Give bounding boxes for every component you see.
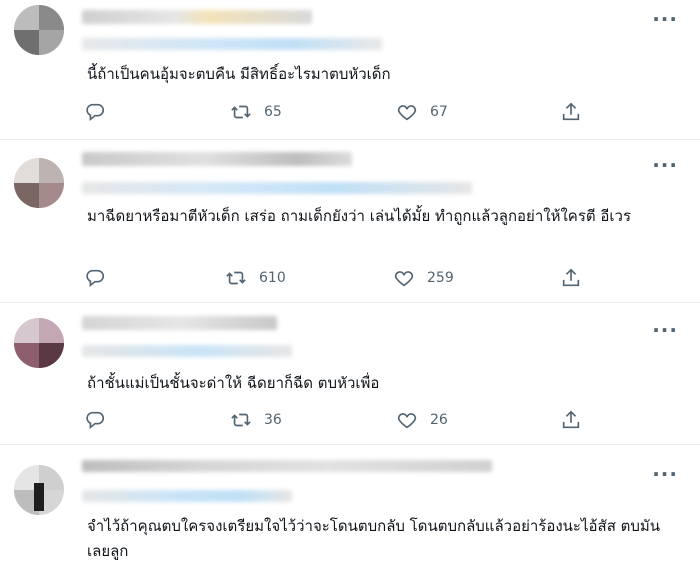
retweet-icon	[231, 105, 251, 119]
share-icon	[562, 268, 580, 287]
like-count: 67	[430, 104, 448, 120]
avatar[interactable]	[14, 318, 64, 368]
share-button[interactable]	[560, 263, 582, 293]
blurred-handle	[82, 490, 292, 502]
reply-icon	[86, 103, 104, 122]
reply-button[interactable]	[84, 263, 106, 293]
avatar[interactable]	[14, 465, 64, 515]
retweet-count: 65	[264, 104, 282, 120]
share-icon	[562, 102, 580, 121]
like-button[interactable]: 26	[396, 405, 448, 435]
like-button[interactable]: 259	[393, 263, 454, 293]
reply-button[interactable]	[84, 97, 106, 127]
tweet-actions: 65 67	[80, 97, 600, 127]
like-button[interactable]: 67	[396, 97, 448, 127]
retweet-button[interactable]: 610	[225, 263, 286, 293]
heart-icon	[394, 271, 414, 287]
share-button[interactable]	[560, 405, 582, 435]
tweet-text: มาฉีดยาหรือมาตีหัวเด็ก เสร่อ ถามเด็กยังว…	[87, 207, 632, 225]
tweet-text: นี้ถ้าเป็นคนอุ้มจะตบคืน มีสิทธิ์อะไรมาตบ…	[87, 65, 391, 83]
blurred-display-name	[82, 152, 352, 166]
tweet-actions: 610 259	[80, 263, 600, 293]
heart-icon	[397, 413, 417, 429]
tweet-text: จำไว้ถ้าคุณตบใครจงเตรียมใจไว้ว่าจะโดนตบก…	[87, 517, 661, 560]
blurred-display-name	[82, 10, 312, 24]
share-icon	[562, 410, 580, 429]
reply-button[interactable]	[84, 405, 106, 435]
retweet-count: 36	[264, 412, 282, 428]
retweet-icon	[231, 413, 251, 427]
tweet-card[interactable]: ··· นี้ถ้าเป็นคนอุ้มจะตบคืน มีสิทธิ์อะไร…	[0, 0, 700, 140]
tweet-card[interactable]: ··· ถ้าชั้นแม่เป็นชั้นจะด่าให้ ฉีดยาก็ฉี…	[0, 303, 700, 445]
retweet-icon	[226, 271, 246, 285]
retweet-count: 610	[259, 270, 286, 286]
heart-icon	[397, 105, 417, 121]
retweet-button[interactable]: 36	[230, 405, 282, 435]
more-icon[interactable]: ···	[652, 320, 678, 340]
tweet-card[interactable]: ··· มาฉีดยาหรือมาตีหัวเด็ก เสร่อ ถามเด็ก…	[0, 140, 700, 303]
more-icon[interactable]: ···	[652, 155, 678, 175]
blurred-handle	[82, 182, 472, 194]
retweet-button[interactable]: 65	[230, 97, 282, 127]
avatar[interactable]	[14, 158, 64, 208]
reply-icon	[86, 411, 104, 430]
blurred-handle	[82, 38, 382, 50]
tweet-card[interactable]: ··· จำไว้ถ้าคุณตบใครจงเตรียมใจไว้ว่าจะโด…	[0, 445, 700, 569]
avatar[interactable]	[14, 5, 64, 55]
blurred-handle	[82, 345, 292, 357]
like-count: 259	[427, 270, 454, 286]
more-icon[interactable]: ···	[652, 9, 678, 29]
blurred-display-name	[82, 316, 277, 330]
reply-icon	[86, 269, 104, 288]
like-count: 26	[430, 412, 448, 428]
more-icon[interactable]: ···	[652, 464, 678, 484]
blurred-display-name	[82, 460, 492, 472]
share-button[interactable]	[560, 97, 582, 127]
tweet-text: ถ้าชั้นแม่เป็นชั้นจะด่าให้ ฉีดยาก็ฉีด ตบ…	[87, 374, 380, 392]
tweet-actions: 36 26	[80, 405, 600, 435]
